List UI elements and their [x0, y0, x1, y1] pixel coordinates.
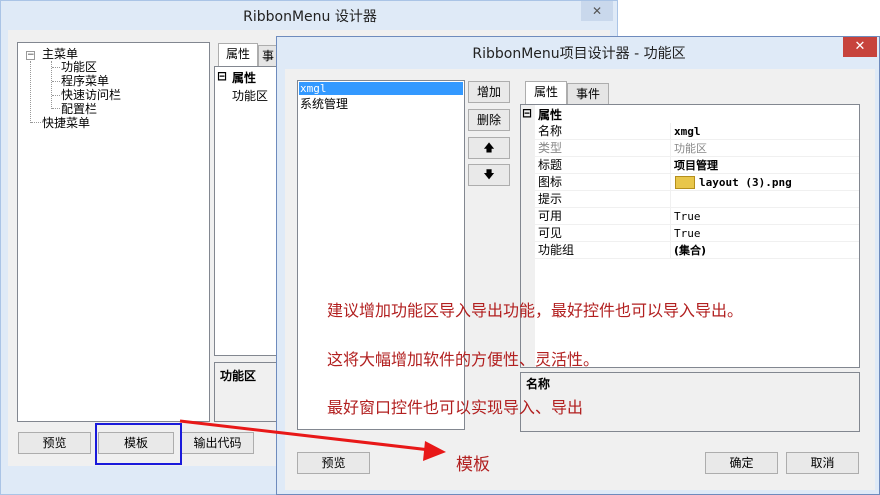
property-row[interactable]: 图标 layout (3).png — [535, 174, 859, 191]
property-value[interactable]: (集合) — [670, 242, 858, 259]
delete-button[interactable]: 删除 — [468, 109, 510, 131]
property-value[interactable]: True — [670, 225, 858, 242]
property-row[interactable]: 可见 True — [535, 225, 859, 242]
property-row[interactable]: 标题 项目管理 — [535, 157, 859, 174]
property-value[interactable] — [670, 191, 858, 208]
property-row[interactable]: 可用 True — [535, 208, 859, 225]
dialog-title: RibbonMenu项目设计器 - 功能区 — [472, 46, 686, 62]
property-name: 图标 — [538, 175, 563, 189]
description-title: 功能区 — [220, 369, 257, 383]
property-value[interactable]: xmgl — [670, 123, 858, 140]
property-name: 可见 — [538, 226, 563, 240]
tab-properties[interactable]: 属性 — [218, 43, 258, 67]
tree-item-app-menu[interactable]: 程序菜单 — [61, 74, 109, 88]
menu-tree[interactable]: − 主菜单 功能区 程序菜单 快速访问栏 配置栏 快捷菜单 — [17, 42, 210, 422]
property-grid[interactable]: ⊟ 属性 功能区 — [214, 66, 278, 356]
cancel-button[interactable]: 取消 — [786, 452, 859, 474]
annotation-note: 这将大幅增加软件的方便性、灵活性。 — [327, 350, 600, 369]
property-row[interactable]: 类型 功能区 — [535, 140, 859, 157]
section-label: 属性 — [538, 108, 563, 122]
property-name: 功能区 — [232, 89, 269, 103]
move-up-icon[interactable]: 🡅 — [468, 137, 510, 159]
list-item-selected[interactable]: xmgl — [299, 82, 463, 95]
tree-item-config-bar[interactable]: 配置栏 — [61, 102, 97, 116]
property-name: 名称 — [538, 124, 563, 138]
property-name: 功能组 — [538, 243, 575, 257]
tree-item-main-menu[interactable]: 主菜单 — [42, 47, 78, 61]
annotation-note: 建议增加功能区导入导出功能，最好控件也可以导入导出。 — [327, 301, 744, 320]
property-name: 可用 — [538, 209, 563, 223]
list-item[interactable]: 系统管理 — [300, 95, 348, 112]
section-minus-icon: ⊟ — [522, 106, 533, 120]
highlight-box — [95, 423, 182, 465]
property-row[interactable]: 功能组 (集合) — [535, 242, 859, 259]
ok-button[interactable]: 确定 — [705, 452, 778, 474]
description-panel: 功能区 — [214, 362, 278, 422]
property-row[interactable]: 名称 xmgl — [535, 123, 859, 140]
export-code-button[interactable]: 输出代码 — [181, 432, 254, 454]
tree-item-ribbon[interactable]: 功能区 — [61, 60, 97, 74]
move-down-icon[interactable]: 🡇 — [468, 164, 510, 186]
annotation-note: 最好窗口控件也可以实现导入、导出 — [327, 398, 584, 417]
tree-item-shortcut-menu[interactable]: 快捷菜单 — [42, 116, 90, 130]
tab-events[interactable]: 事件 — [567, 83, 609, 105]
arrow-label: 模板 — [456, 455, 490, 475]
section-label: 属性 — [232, 71, 257, 85]
image-icon — [675, 176, 695, 189]
property-value[interactable]: 项目管理 — [670, 157, 858, 174]
tab-properties[interactable]: 属性 — [525, 81, 567, 105]
add-button[interactable]: 增加 — [468, 81, 510, 103]
property-grid[interactable]: ⊟ 属性 名称 xmgl 类型 功能区 标题 项目管理 图标 layout (3… — [520, 104, 860, 368]
ribbon-list[interactable]: xmgl 系统管理 — [297, 80, 465, 430]
close-icon[interactable]: ✕ — [581, 1, 613, 21]
property-name: 类型 — [538, 141, 563, 155]
section-minus-icon: ⊟ — [217, 69, 228, 83]
tree-item-quick-access[interactable]: 快速访问栏 — [61, 88, 121, 102]
preview-button[interactable]: 预览 — [18, 432, 91, 454]
window-title: RibbonMenu 设计器 — [243, 9, 377, 25]
property-value[interactable]: True — [670, 208, 858, 225]
property-value[interactable]: 功能区 — [670, 140, 858, 157]
preview-button[interactable]: 预览 — [297, 452, 370, 474]
close-icon[interactable]: ✕ — [843, 37, 877, 57]
property-name: 提示 — [538, 192, 563, 206]
property-value[interactable]: layout (3).png — [670, 174, 858, 191]
collapse-icon[interactable]: − — [26, 51, 35, 60]
property-name: 标题 — [538, 158, 563, 172]
tab-events[interactable]: 事 — [258, 45, 278, 67]
property-row[interactable]: 提示 — [535, 191, 859, 208]
description-title: 名称 — [526, 377, 551, 391]
